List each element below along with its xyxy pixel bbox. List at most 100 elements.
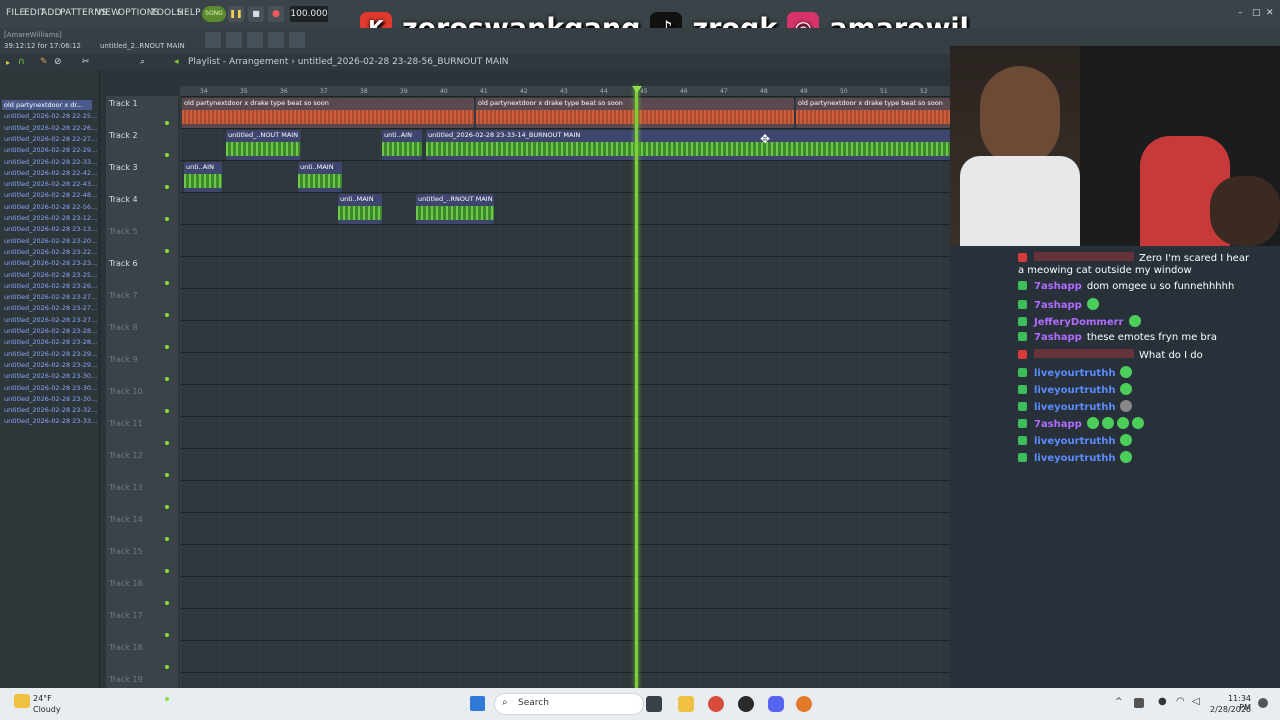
chat-username[interactable]: liveyourtruthh [1034, 453, 1115, 464]
pattern-list-item[interactable]: untitled_2026-02-28 23-30... [4, 384, 97, 392]
pattern-list-item[interactable]: untitled_2026-02-28 23-27... [4, 304, 97, 312]
track-name[interactable]: Track 5 [109, 227, 138, 236]
chat-username[interactable]: 7ashapp [1034, 300, 1082, 311]
clock-date[interactable]: 2/28/2026 [1210, 705, 1251, 714]
maximize-icon[interactable]: □ [1252, 8, 1261, 18]
pattern-list-item[interactable]: untitled_2026-02-28 23-13... [4, 225, 97, 233]
weather-temperature[interactable]: 24°F [33, 694, 52, 703]
track-mute-led[interactable] [165, 409, 169, 413]
tempo-display[interactable]: 100.000 [290, 6, 328, 22]
chevron-up-icon[interactable]: ^ [1115, 697, 1123, 707]
onedrive-icon[interactable] [1134, 698, 1144, 708]
chrome-icon[interactable] [708, 696, 724, 712]
pattern-list-item[interactable]: untitled_2026-02-28 23-23... [4, 259, 97, 267]
brush-icon[interactable]: ⊘ [54, 57, 62, 67]
track-name[interactable]: Track 2 [109, 131, 138, 140]
pattern-list-item[interactable]: untitled_2026-02-28 23-30... [4, 395, 97, 403]
pattern-list-item[interactable]: untitled_2026-02-28 23-25... [4, 271, 97, 279]
pattern-list-item[interactable]: old partynextdoor x dr... [4, 101, 83, 109]
start-icon[interactable] [470, 696, 485, 711]
pattern-list-item[interactable]: untitled_2026-02-28 23-30... [4, 372, 97, 380]
track-mute-led[interactable] [165, 249, 169, 253]
pattern-list-item[interactable]: untitled_2026-02-28 23-29... [4, 350, 97, 358]
github-icon[interactable] [738, 696, 754, 712]
track-mute-led[interactable] [165, 665, 169, 669]
playlist-menu-icon[interactable]: ◂ [174, 57, 179, 67]
piano-roll-icon[interactable] [247, 32, 263, 48]
track-name[interactable]: Track 18 [109, 643, 143, 652]
pattern-list-item[interactable]: untitled_2026-02-28 23-22... [4, 248, 97, 256]
pattern-list-item[interactable]: untitled_2026-02-28 22-25... [4, 112, 97, 120]
clip-track1-c[interactable]: old partynextdoor x drake type beat so s… [796, 98, 950, 128]
song-mode-toggle[interactable]: SONG [202, 6, 226, 22]
menu-add[interactable]: ADD [41, 8, 62, 18]
track-name[interactable]: Track 13 [109, 483, 143, 492]
pattern-list-item[interactable]: untitled_2026-02-28 23-26... [4, 282, 97, 290]
pattern-list-item[interactable]: untitled_2026-02-28 23-28... [4, 338, 97, 346]
browser-icon[interactable] [289, 32, 305, 48]
slice-icon[interactable]: ✂ [82, 57, 90, 67]
close-icon[interactable]: ✕ [1266, 8, 1274, 18]
track-mute-led[interactable] [165, 601, 169, 605]
chat-username[interactable]: JefferyDommerr [1034, 317, 1124, 328]
weather-icon[interactable] [14, 694, 30, 708]
menu-view[interactable]: VIEW [96, 8, 120, 18]
minimize-icon[interactable]: – [1238, 8, 1243, 18]
track-name[interactable]: Track 10 [109, 387, 143, 396]
pattern-list-item[interactable]: untitled_2026-02-28 22-29... [4, 146, 97, 154]
track-mute-led[interactable] [165, 633, 169, 637]
notification-icon[interactable] [1258, 698, 1268, 708]
track-mute-led[interactable] [165, 505, 169, 509]
arrow-right-icon[interactable]: ▸ [6, 58, 10, 67]
clip-track4-b[interactable]: untitled_..RNOUT MAIN [416, 194, 494, 224]
track-name[interactable]: Track 15 [109, 547, 143, 556]
pattern-list-item[interactable]: untitled_2026-02-28 22-26... [4, 124, 97, 132]
chat-username[interactable]: 7ashapp [1034, 332, 1082, 343]
track-name[interactable]: Track 6 [109, 259, 138, 268]
track-mute-led[interactable] [165, 121, 169, 125]
track-name[interactable]: Track 14 [109, 515, 143, 524]
track-name[interactable]: Track 1 [109, 99, 138, 108]
track-name[interactable]: Track 19 [109, 675, 143, 684]
playhead[interactable] [635, 86, 638, 688]
pencil-icon[interactable]: ✎ [40, 57, 48, 67]
pattern-list-item[interactable]: untitled_2026-02-28 22-56... [4, 203, 97, 211]
pattern-list-item[interactable]: untitled_2026-02-28 22-42... [4, 169, 97, 177]
file-explorer-icon[interactable] [678, 696, 694, 712]
track-name[interactable]: Track 17 [109, 611, 143, 620]
track-mute-led[interactable] [165, 313, 169, 317]
chat-username[interactable]: liveyourtruthh [1034, 368, 1115, 379]
pattern-list-item[interactable]: untitled_2026-02-28 23-20... [4, 237, 97, 245]
clip-track2-a[interactable]: untitled_..NOUT MAIN [226, 130, 300, 160]
track-mute-led[interactable] [165, 441, 169, 445]
chat-username[interactable]: liveyourtruthh [1034, 385, 1115, 396]
pattern-list-item[interactable]: untitled_2026-02-28 22-27... [4, 135, 97, 143]
microphone-icon[interactable]: ● [1158, 696, 1167, 707]
zoom-icon[interactable]: ⌕ [140, 57, 145, 67]
clip-track4-a[interactable]: unti..MAIN [338, 194, 382, 224]
track-mute-led[interactable] [165, 377, 169, 381]
task-view-icon[interactable] [646, 696, 662, 712]
playlist-icon[interactable] [268, 32, 284, 48]
clip-track3-a[interactable]: unti..AIN [184, 162, 222, 192]
clip-track1-a[interactable]: old partynextdoor x drake type beat so s… [182, 98, 474, 128]
chat-username[interactable]: liveyourtruthh [1034, 402, 1115, 413]
pattern-list-item[interactable]: untitled_2026-02-28 23-27... [4, 316, 97, 324]
track-mute-led[interactable] [165, 473, 169, 477]
track-name[interactable]: Track 11 [109, 419, 143, 428]
track-name[interactable]: Track 3 [109, 163, 138, 172]
stop-button[interactable]: ■ [248, 6, 264, 22]
taskbar-search[interactable] [494, 693, 644, 715]
track-name[interactable]: Track 16 [109, 579, 143, 588]
pattern-list-item[interactable]: untitled_2026-02-28 22-48... [4, 191, 97, 199]
track-name[interactable]: Track 8 [109, 323, 138, 332]
clip-track3-b[interactable]: unti..MAIN [298, 162, 342, 192]
track-mute-led[interactable] [165, 345, 169, 349]
track-mute-led[interactable] [165, 185, 169, 189]
track-name[interactable]: Track 4 [109, 195, 138, 204]
pattern-list-item[interactable]: untitled_2026-02-28 23-27... [4, 293, 97, 301]
chat-username[interactable]: 7ashapp [1034, 419, 1082, 430]
track-mute-led[interactable] [165, 537, 169, 541]
pattern-list-item[interactable]: untitled_2026-02-28 23-32... [4, 406, 97, 414]
track-name[interactable]: Track 12 [109, 451, 143, 460]
